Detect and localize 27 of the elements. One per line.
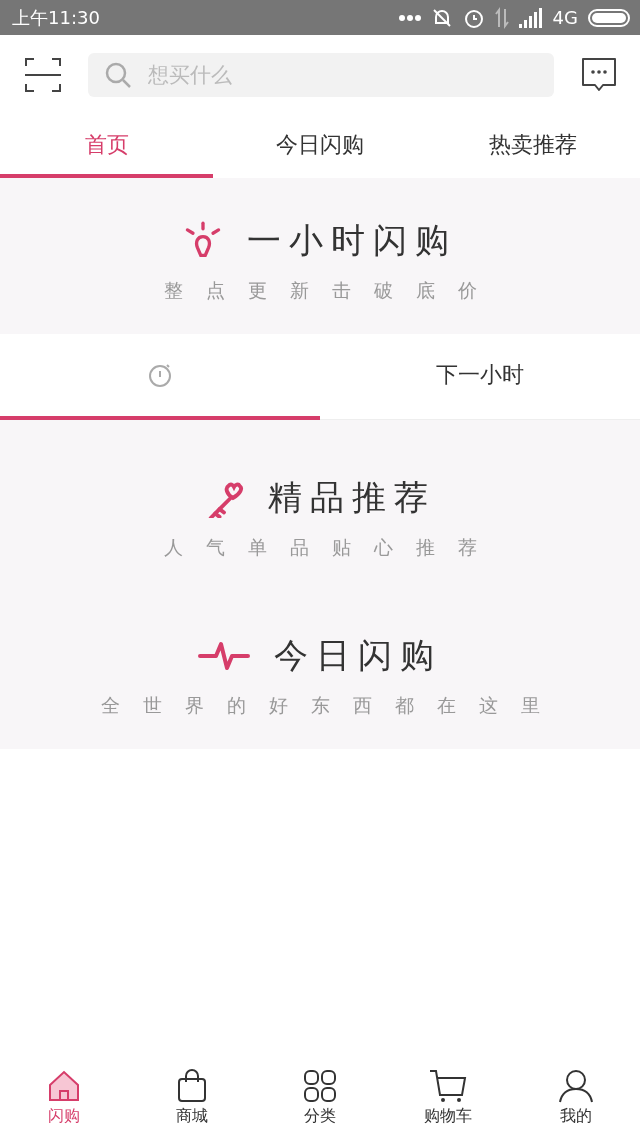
nav-item[interactable]: 闪购 (0, 1056, 128, 1138)
battery-icon (588, 7, 630, 28)
status-time: 上午11:30 (12, 5, 101, 30)
scan-icon[interactable] (24, 56, 62, 94)
nav-item[interactable]: 商城 (128, 1056, 256, 1138)
stopwatch-icon (147, 362, 173, 388)
person-icon (558, 1067, 594, 1104)
nav-item[interactable]: 分类 (256, 1056, 384, 1138)
section-subtitle: 人气单品贴心推荐 (163, 535, 500, 560)
cart-icon (428, 1067, 468, 1104)
section-subtitle: 整点更新击破底价 (163, 278, 500, 303)
nav-item[interactable]: 我的 (512, 1056, 640, 1138)
tab[interactable]: 热卖推荐 (426, 115, 640, 178)
section-title: 一小时闪购 (247, 219, 457, 262)
tab[interactable]: 今日闪购 (213, 115, 427, 178)
section-title: 今日闪购 (274, 634, 442, 677)
message-icon[interactable] (580, 56, 618, 94)
time-tab[interactable]: 下一小时 (320, 334, 640, 420)
network-type: 4G (552, 7, 578, 28)
search-icon (104, 61, 132, 89)
nav-item[interactable]: 购物车 (384, 1056, 512, 1138)
section-subtitle: 全世界的好东西都在这里 (100, 693, 563, 718)
section-title: 精品推荐 (268, 476, 436, 519)
grid-icon (302, 1067, 338, 1104)
muted-bell-icon (430, 6, 453, 29)
signal-icon (518, 7, 543, 28)
dots-icon (398, 13, 421, 22)
